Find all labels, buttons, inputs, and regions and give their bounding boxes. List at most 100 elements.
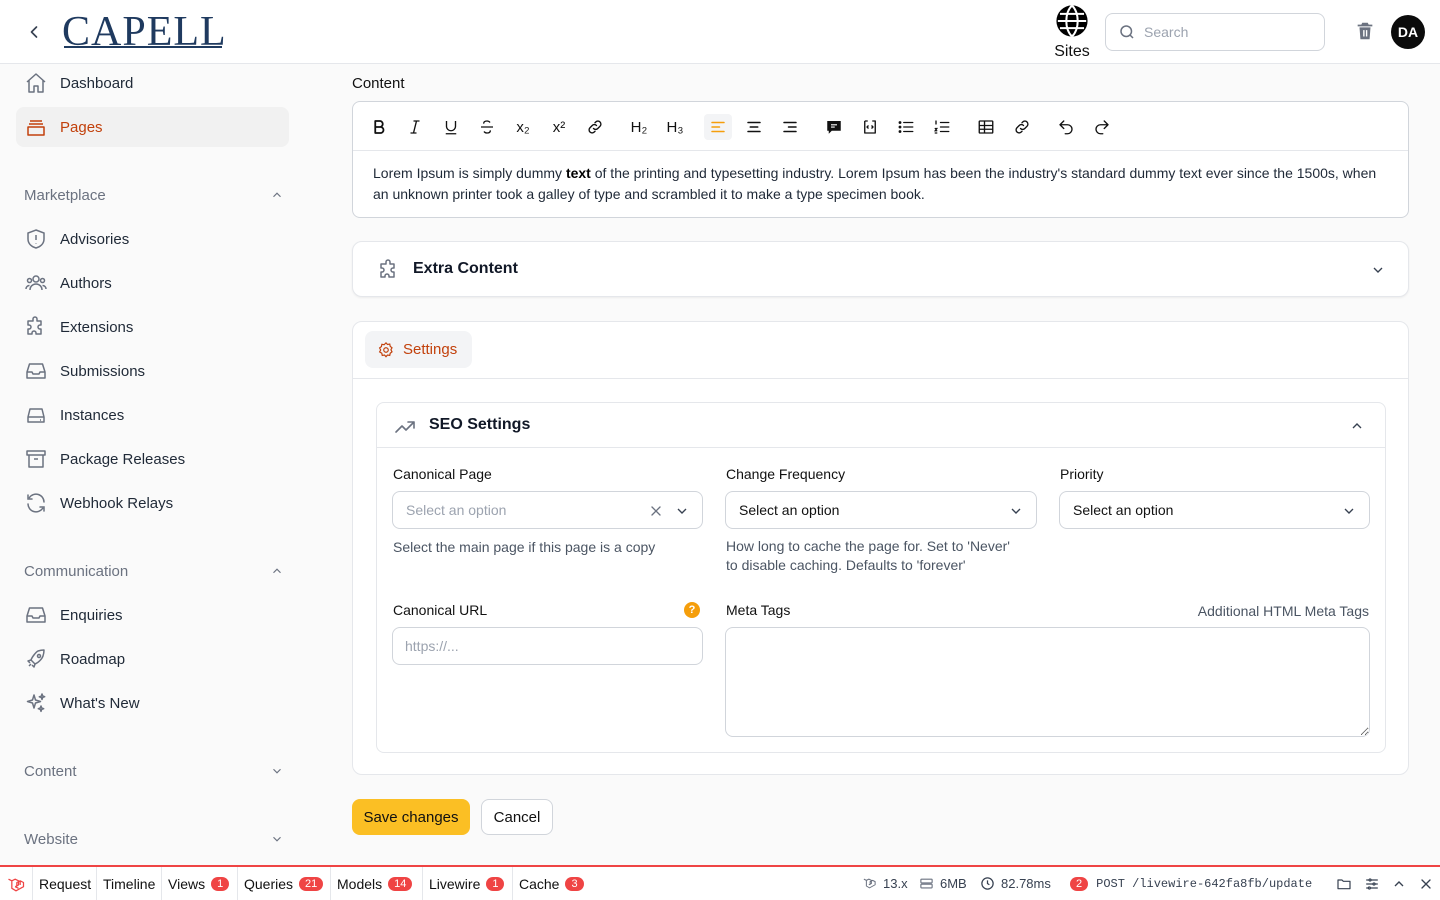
gear-icon [378,341,393,358]
table-button[interactable] [972,114,1000,140]
debug-tab-timeline[interactable]: Timeline [96,867,161,900]
debug-memory-value: 6MB [940,876,967,891]
chevron-up-icon [273,568,281,574]
ordered-list-button[interactable] [928,114,956,140]
sidebar-item-whats-new[interactable]: What's New [16,683,289,723]
editor-toolbar: x₂ x² H₂ H₃ [353,102,1408,151]
group-content[interactable]: Content [24,759,284,783]
tab-settings[interactable]: Settings [365,331,472,368]
sidebar-item-label: Submissions [60,362,146,380]
sidebar-item-instances[interactable]: Instances [16,395,289,435]
sidebar-item-enquiries[interactable]: Enquiries [16,595,289,635]
sidebar-item-label: Advisories [60,230,130,248]
canonical-page-select[interactable]: Select an option [392,491,703,529]
align-center-button[interactable] [740,114,768,140]
code-block-icon [864,120,876,134]
sites-button[interactable]: Sites [1050,4,1094,61]
debug-badge: 1 [486,876,505,891]
chevron-up-icon[interactable] [1391,876,1407,892]
chevron-down-icon [677,508,687,514]
search-box[interactable] [1105,13,1325,51]
redo-button[interactable] [1088,114,1116,140]
seo-settings-title: SEO Settings [429,416,531,433]
sidebar-item-webhook-relays[interactable]: Webhook Relays [16,483,289,523]
clear-icon[interactable] [648,503,664,519]
canonical-page-placeholder: Select an option [406,502,507,518]
debug-tab-queries[interactable]: Queries 21 [237,867,329,900]
code-block-button[interactable] [856,114,884,140]
folder-icon[interactable] [1336,876,1352,892]
priority-select[interactable]: Select an option [1059,491,1370,529]
align-left-button[interactable] [704,114,732,140]
align-right-button[interactable] [776,114,804,140]
debug-tab-request[interactable]: Request [32,867,97,900]
sliders-icon[interactable] [1364,876,1380,892]
search-icon [1120,25,1134,39]
sidebar-item-package-releases[interactable]: Package Releases [16,439,289,479]
sidebar-item-pages[interactable]: Pages [16,107,289,147]
bold-button[interactable] [365,114,393,140]
save-changes-button[interactable]: Save changes [352,799,470,835]
sidebar-item-label: Dashboard [60,74,134,92]
align-left-icon [711,121,725,133]
debug-tab-label: Timeline [103,875,156,892]
sidebar-item-advisories[interactable]: Advisories [16,219,289,259]
canonical-url-input[interactable] [392,627,703,665]
underline-button[interactable] [437,114,465,140]
heading-3-button[interactable]: H₃ [661,114,689,140]
strikethrough-button[interactable] [473,114,501,140]
link-icon [588,120,602,134]
server-icon [27,408,45,423]
divider [353,378,1408,379]
group-marketplace[interactable]: Marketplace [24,183,284,207]
heading-2-button[interactable]: H₂ [625,114,653,140]
sidebar-item-submissions[interactable]: Submissions [16,351,289,391]
group-communication[interactable]: Communication [24,559,284,583]
capell-logo[interactable]: CAPELL [62,8,227,56]
editor-body[interactable]: Lorem Ipsum is simply dummy text of the … [353,151,1408,217]
meta-tags-textarea[interactable] [725,627,1370,737]
debug-tab-views[interactable]: Views 1 [161,867,235,900]
link-button[interactable] [581,114,609,140]
help-icon[interactable]: ? [684,602,700,618]
top-bar: CAPELL Sites DA [0,0,1440,64]
bullet-list-button[interactable] [892,114,920,140]
cancel-button[interactable]: Cancel [481,799,553,835]
italic-button[interactable] [401,114,429,140]
debug-tab-cache[interactable]: Cache 3 [512,867,590,900]
rich-text-editor[interactable]: x₂ x² H₂ H₃ Lorem Ipsum is simply dummy … [352,101,1409,218]
subscript-button[interactable]: x₂ [509,114,537,140]
undo-button[interactable] [1052,114,1080,140]
debug-tab-models[interactable]: Models 14 [330,867,418,900]
debug-badge: 3 [565,876,584,891]
close-icon[interactable] [1418,876,1434,892]
debug-tab-livewire[interactable]: Livewire 1 [422,867,510,900]
laravel-logo-icon[interactable] [6,875,26,895]
globe-icon [1056,4,1088,38]
sidebar-item-extensions[interactable]: Extensions [16,307,289,347]
seo-settings-header[interactable]: SEO Settings [377,403,1385,448]
settings-card: Settings SEO Settings Canonical Page Sel… [352,321,1409,775]
sidebar-item-dashboard[interactable]: Dashboard [16,63,289,103]
debug-request[interactable]: 2 POST /livewire-642fa8fb/update [1070,867,1312,900]
back-button[interactable] [22,20,46,44]
delete-button[interactable] [1354,20,1378,44]
superscript-button[interactable]: x² [545,114,573,140]
sidebar-item-roadmap[interactable]: Roadmap [16,639,289,679]
shield-exclamation-icon [27,229,45,249]
align-center-icon [747,121,761,133]
user-avatar[interactable]: DA [1391,15,1425,49]
chevron-up-icon [1352,423,1362,429]
attach-link-button[interactable] [1008,114,1036,140]
search-input[interactable] [1144,24,1314,40]
group-website[interactable]: Website [24,827,284,851]
change-frequency-value: Select an option [739,502,840,518]
debug-bar: Request Timeline Views 1 Queries 21 Models… [0,865,1440,900]
sidebar: Dashboard Pages Marketplace Advisories A… [0,65,305,865]
extra-content-section[interactable]: Extra Content [352,241,1409,297]
change-frequency-select[interactable]: Select an option [725,491,1037,529]
helper-line: to disable caching. Defaults to 'forever… [726,557,966,573]
paperclip-icon [1015,120,1029,134]
sidebar-item-authors[interactable]: Authors [16,263,289,303]
blockquote-button[interactable] [820,114,848,140]
